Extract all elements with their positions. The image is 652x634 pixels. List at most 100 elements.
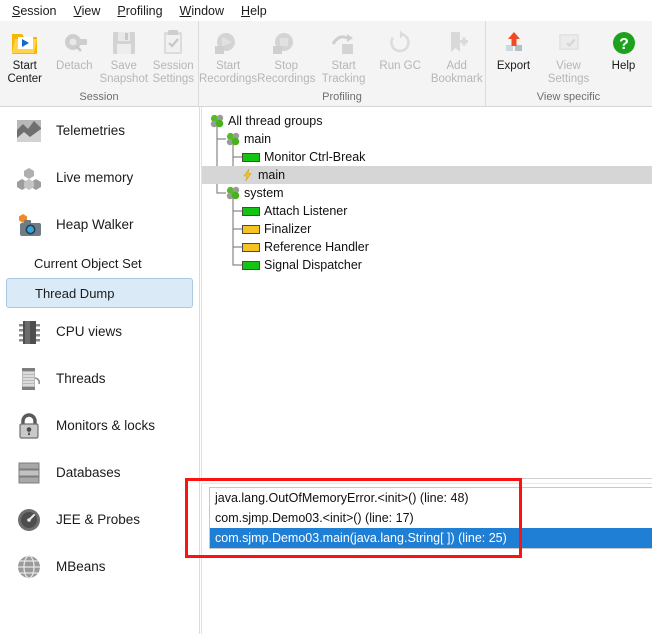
toolbar-button-label: Stop Recordings (257, 60, 316, 85)
tree-row[interactable]: Attach Listener (202, 202, 652, 220)
ribbon-group-title: Session (79, 91, 119, 103)
ribbon-toolbar: Start Center Detach Save Snapshot Session S… (0, 21, 652, 107)
ribbon-group-title: View specific (536, 91, 601, 103)
toolbar-button-start-recordings: Start Recordings (199, 25, 257, 85)
menu-item-help[interactable]: Help (233, 2, 276, 20)
stack-frame-row[interactable]: com.sjmp.Demo03.main(java.lang.String[ ]… (210, 528, 652, 548)
menu-label-window: indow (191, 3, 225, 18)
sidebar-item-live-memory[interactable]: Live memory (0, 154, 199, 201)
thread-status-bar (242, 152, 260, 162)
thread-blocked-icon (242, 168, 254, 182)
toolbar-button-label: Export (496, 60, 531, 72)
menu-item-session[interactable]: Session (4, 2, 65, 20)
thread-status-waiting-icon (242, 242, 260, 252)
tree-row-label: system (244, 186, 284, 200)
sidebar-item-label: CPU views (56, 324, 123, 339)
sidebar-item-mbeans[interactable]: MBeans (0, 543, 199, 590)
tree-row[interactable]: Reference Handler (202, 238, 652, 256)
stack-frame-row[interactable]: java.lang.OutOfMemoryError.<init>() (lin… (210, 488, 652, 508)
toolbar-button-start-center[interactable]: Start Center (0, 25, 50, 85)
threads-icon (12, 362, 46, 396)
toolbar-button-label: Start Tracking (321, 60, 366, 85)
sidebar-item-jee-probes[interactable]: JEE & Probes (0, 496, 199, 543)
sidebar-item-label: Live memory (56, 170, 134, 185)
menu-item-profiling[interactable]: Profiling (109, 2, 171, 20)
stop-recordings-icon (271, 28, 301, 58)
sidebar-item-label: Threads (56, 371, 106, 386)
tree-row[interactable]: system (202, 184, 652, 202)
live-memory-icon (12, 161, 46, 195)
sidebar-item-threads[interactable]: Threads (0, 355, 199, 402)
stack-trace-pane: java.lang.OutOfMemoryError.<init>() (lin… (201, 484, 652, 634)
sidebar-item-monitors-locks[interactable]: Monitors & locks (0, 402, 199, 449)
menu-label-help: elp (250, 3, 267, 18)
sidebar-item-heap-walker[interactable]: Heap Walker (0, 201, 199, 248)
toolbar-button-add-bookmark: Add Bookmark (428, 25, 485, 85)
tree-row-label: main (258, 168, 286, 182)
toolbar-button-export[interactable]: Export (486, 25, 541, 73)
thread-status-runnable-icon (242, 260, 260, 270)
tree-row[interactable]: main (202, 166, 652, 184)
stack-trace-list[interactable]: java.lang.OutOfMemoryError.<init>() (lin… (209, 487, 652, 549)
toolbar-button-label: Start Center (7, 60, 43, 85)
stack-frame-row[interactable]: com.sjmp.Demo03.<init>() (line: 17) (210, 508, 652, 528)
detach-icon (59, 28, 89, 58)
thread-status-bar (242, 224, 260, 234)
tree-row[interactable]: Signal Dispatcher (202, 256, 652, 274)
tree-row-label: Reference Handler (264, 240, 369, 254)
sidebar-item-cpu-views[interactable]: CPU views (0, 308, 199, 355)
session-settings-icon (158, 28, 188, 58)
mbeans-icon (12, 550, 46, 584)
sidebar-subitem-thread-dump[interactable]: Thread Dump (6, 278, 193, 308)
menu-item-view[interactable]: View (65, 2, 109, 20)
heap-walker-icon (12, 208, 46, 242)
sidebar-item-label: Heap Walker (56, 217, 134, 232)
ribbon-group-session: Start Center Detach Save Snapshot Session S… (0, 21, 198, 106)
sidebar-subitem-current-object-set[interactable]: Current Object Set (6, 248, 193, 278)
thread-status-bar (242, 206, 260, 216)
toolbar-button-label: View Settings (547, 60, 590, 85)
toolbar-button-session-settings: Session Settings (149, 25, 199, 85)
save-snapshot-icon (109, 28, 139, 58)
telemetries-icon (12, 114, 46, 148)
menu-item-window[interactable]: Window (172, 2, 233, 20)
start-recordings-icon (213, 28, 243, 58)
tree-row[interactable]: Monitor Ctrl-Break (202, 148, 652, 166)
toolbar-button-view-settings: View Settings (541, 25, 596, 85)
sidebar-item-label: JEE & Probes (56, 512, 141, 527)
toolbar-button-run-gc: Run GC (372, 25, 429, 73)
ribbon-group-view-specific: Export View Settings? Help View specific (485, 21, 651, 106)
menu-bar: Session View Profiling Window Help (0, 0, 652, 21)
databases-icon (12, 456, 46, 490)
toolbar-button-help[interactable]: ? Help (596, 25, 651, 73)
thread-tree-pane[interactable]: All thread groups main Monitor Ctrl-Break m… (201, 107, 652, 478)
start-center-icon (10, 28, 40, 58)
tree-row[interactable]: main (202, 130, 652, 148)
export-icon (499, 28, 529, 58)
thread-group-icon (226, 186, 240, 200)
sidebar-item-label: MBeans (56, 559, 106, 574)
sidebar-item-label: Thread Dump (35, 285, 115, 301)
svg-text:?: ? (619, 36, 629, 53)
sidebar: Telemetries Live memory Heap Walker Current… (0, 107, 200, 634)
monitors-locks-icon (12, 409, 46, 443)
toolbar-button-stop-recordings: Stop Recordings (257, 25, 315, 85)
sidebar-item-telemetries[interactable]: Telemetries (0, 107, 199, 154)
jee-probes-icon (12, 503, 46, 537)
menu-label-view: iew (81, 3, 101, 18)
add-bookmark-icon (442, 28, 472, 58)
sidebar-item-databases[interactable]: Databases (0, 449, 199, 496)
jprofiler-window: Session View Profiling Window Help Start… (0, 0, 652, 634)
toolbar-button-label: Run GC (379, 60, 421, 72)
toolbar-button-label: Session Settings (152, 60, 195, 85)
thread-status-runnable-icon (242, 152, 260, 162)
tree-row-label: Finalizer (264, 222, 312, 236)
toolbar-button-label: Help (611, 60, 636, 72)
tree-row[interactable]: All thread groups (202, 112, 652, 130)
tree-row-label: main (244, 132, 272, 146)
thread-status-bar (242, 242, 260, 252)
tree-row[interactable]: Finalizer (202, 220, 652, 238)
sidebar-item-label: Databases (56, 465, 121, 480)
ribbon-group-profiling: Start Recordings Stop Recordings Start Tra… (198, 21, 485, 106)
sidebar-item-label: Telemetries (56, 123, 126, 138)
